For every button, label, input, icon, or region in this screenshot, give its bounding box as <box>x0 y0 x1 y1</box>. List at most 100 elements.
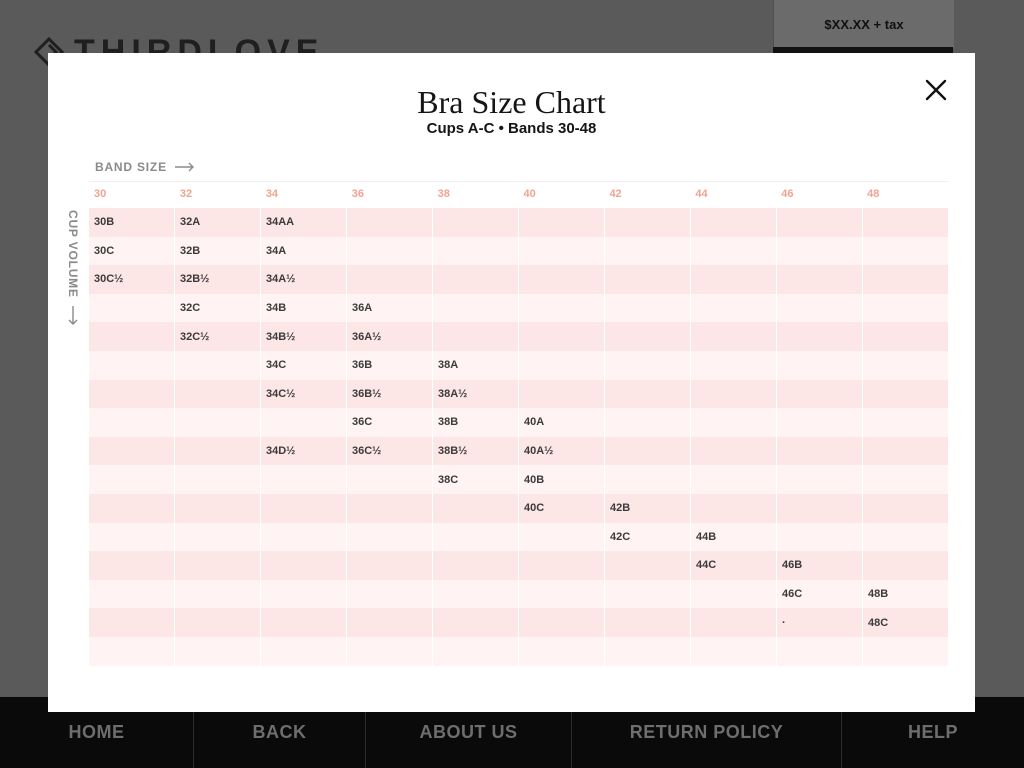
size-cell <box>605 350 691 380</box>
size-cell <box>777 465 863 494</box>
size-cell <box>89 350 175 380</box>
band-header-34: 34 <box>265 188 279 200</box>
size-cell <box>605 465 691 494</box>
band-header-row: 30 32 34 36 38 40 42 44 46 48 <box>89 186 948 208</box>
cup-volume-text: CUP VOLUME <box>66 210 80 298</box>
size-cell[interactable]: 36A <box>347 293 433 323</box>
size-cell <box>863 322 948 351</box>
table-row: 34C 36B 38A <box>89 350 948 380</box>
size-cell[interactable]: 36B <box>347 350 433 380</box>
table-row: 38C 40B <box>89 465 948 494</box>
size-cell <box>175 551 261 580</box>
size-cell <box>347 236 433 266</box>
size-cell[interactable]: 38A <box>433 350 519 380</box>
size-cell <box>777 522 863 552</box>
arrow-right-icon <box>174 162 194 172</box>
size-cell <box>777 236 863 266</box>
size-cell[interactable]: 36C½ <box>347 436 433 466</box>
size-cell <box>777 293 863 323</box>
band-size-text: BAND SIZE <box>95 160 167 174</box>
size-chart-table: 30 32 34 36 38 40 42 44 46 48 30B 32A 34AA 30C 32B 34A… <box>89 186 948 666</box>
size-cell <box>261 522 347 552</box>
size-cell[interactable]: 34A <box>261 236 347 266</box>
size-cell <box>433 265 519 294</box>
size-cell <box>261 493 347 523</box>
size-cell[interactable]: 34D½ <box>261 436 347 466</box>
size-chart-modal: Bra Size Chart Cups A-C • Bands 30-48 BA… <box>48 53 975 712</box>
size-cell[interactable]: 38C <box>433 465 519 494</box>
size-cell[interactable]: 34C <box>261 350 347 380</box>
size-cell <box>347 579 433 609</box>
size-cell <box>175 579 261 609</box>
table-row: 32C 34B 36A <box>89 293 948 323</box>
size-cell[interactable]: 46C <box>777 579 863 609</box>
size-cell <box>605 579 691 609</box>
size-cell <box>433 208 519 237</box>
size-cell[interactable]: 34B½ <box>261 322 347 351</box>
size-cell[interactable]: 36A½ <box>347 322 433 351</box>
size-cell <box>261 465 347 494</box>
size-cell <box>347 608 433 637</box>
size-cell <box>863 265 948 294</box>
size-cell[interactable]: 40C <box>519 493 605 523</box>
size-cell <box>89 522 175 552</box>
table-row <box>89 636 948 666</box>
size-cell[interactable]: 32B½ <box>175 265 261 294</box>
size-cell[interactable]: · <box>777 608 863 637</box>
table-row: 46C 48B <box>89 579 948 609</box>
size-cell[interactable]: 40A½ <box>519 436 605 466</box>
size-cell <box>519 636 605 666</box>
size-cell[interactable]: 38B <box>433 408 519 437</box>
size-cell[interactable]: 34A½ <box>261 265 347 294</box>
size-cell <box>605 408 691 437</box>
size-cell <box>519 265 605 294</box>
size-cell[interactable]: 30C <box>89 236 175 266</box>
size-cell <box>691 579 777 609</box>
size-cell[interactable]: 48C <box>863 608 948 637</box>
size-cell[interactable]: 48B <box>863 579 948 609</box>
size-cell <box>89 408 175 437</box>
size-cell[interactable]: 34AA <box>261 208 347 237</box>
size-cell <box>777 322 863 351</box>
size-cell[interactable]: 36C <box>347 408 433 437</box>
size-cell[interactable]: 40A <box>519 408 605 437</box>
size-cell <box>433 493 519 523</box>
band-header-42: 42 <box>609 188 622 200</box>
size-cell[interactable]: 32C <box>175 293 261 323</box>
size-cell[interactable]: 44C <box>691 551 777 580</box>
size-cell <box>691 208 777 237</box>
size-cell[interactable]: 34B <box>261 293 347 323</box>
size-cell <box>777 636 863 666</box>
size-cell[interactable]: 38A½ <box>433 379 519 409</box>
size-cell <box>863 379 948 409</box>
size-cell <box>605 265 691 294</box>
size-cell[interactable]: 42B <box>605 493 691 523</box>
size-cell[interactable]: 40B <box>519 465 605 494</box>
size-cell[interactable]: 32C½ <box>175 322 261 351</box>
size-cell <box>89 379 175 409</box>
size-cell <box>605 379 691 409</box>
size-cell[interactable]: 38B½ <box>433 436 519 466</box>
size-cell[interactable]: 42C <box>605 522 691 552</box>
size-cell <box>175 636 261 666</box>
size-cell[interactable]: 30B <box>89 208 175 237</box>
size-cell <box>863 350 948 380</box>
size-rows: 30B 32A 34AA 30C 32B 34A 30C½ 32B½ 34A½ 32C 34B 36A… <box>89 208 948 666</box>
size-cell[interactable]: 32B <box>175 236 261 266</box>
size-cell[interactable]: 30C½ <box>89 265 175 294</box>
size-cell[interactable]: 46B <box>777 551 863 580</box>
size-cell[interactable]: 44B <box>691 522 777 552</box>
size-cell[interactable]: 36B½ <box>347 379 433 409</box>
size-cell[interactable]: 34C½ <box>261 379 347 409</box>
size-cell <box>863 436 948 466</box>
size-cell[interactable]: 32A <box>175 208 261 237</box>
size-cell <box>89 579 175 609</box>
table-row: 30B 32A 34AA <box>89 208 948 237</box>
size-cell <box>261 408 347 437</box>
size-cell <box>175 522 261 552</box>
size-cell <box>433 608 519 637</box>
table-row: · 48C <box>89 608 948 637</box>
band-header-30: 30 <box>94 188 107 200</box>
size-cell <box>777 379 863 409</box>
size-cell <box>347 465 433 494</box>
